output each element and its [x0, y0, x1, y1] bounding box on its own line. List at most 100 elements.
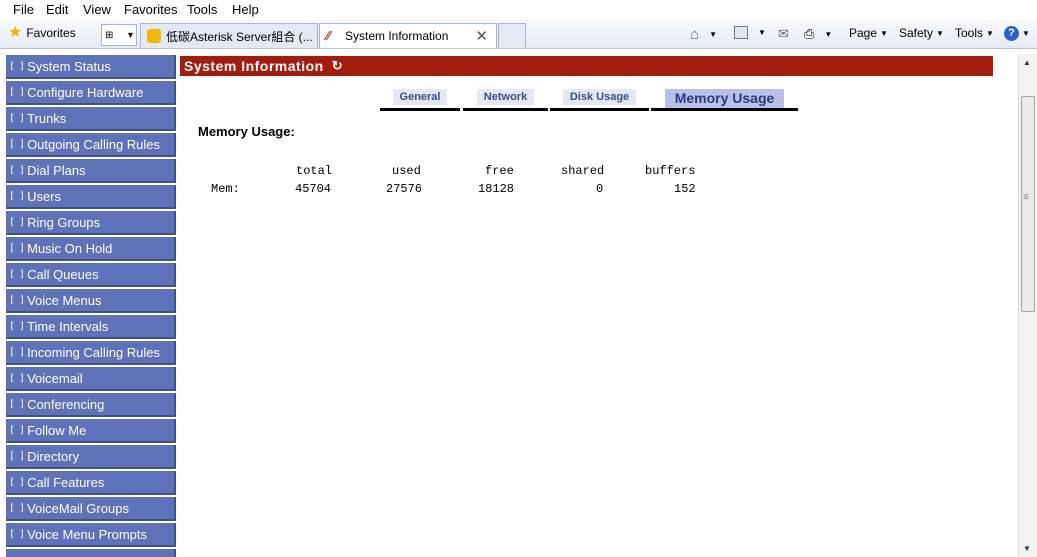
section-heading: Memory Usage: — [198, 124, 295, 139]
sidebar-item-label: VoiceMail Groups — [27, 500, 129, 516]
expand-icon: [ ] — [9, 190, 25, 202]
refresh-icon[interactable]: ↻ — [332, 58, 343, 74]
help-button[interactable]: ? ▼ — [1004, 26, 1030, 41]
sidebar-item-label: Configure Hardware — [27, 84, 144, 100]
help-icon: ? — [1004, 26, 1019, 41]
chevron-down-icon: ▼ — [986, 28, 994, 38]
safety-menu[interactable]: Safety ▼ — [899, 26, 944, 40]
new-tab-button[interactable] — [498, 23, 526, 48]
expand-icon: [ ] — [9, 164, 25, 176]
sidebar-item-label: System Status — [27, 58, 111, 74]
sidebar-item-voice-menu-prompts[interactable]: [ ] Voice Menu Prompts — [6, 523, 176, 547]
menu-file[interactable]: File — [13, 2, 34, 17]
sidebar-item-label: Voicemail — [27, 370, 83, 386]
browser-toolbar: ★ Favorites ⊞ ▾ 低碳Asterisk Server組合 (...… — [0, 20, 1037, 49]
expand-icon: [ ] — [9, 372, 25, 384]
chevron-down-icon: ▼ — [936, 28, 944, 38]
sidebar-item-incoming-calling-rules[interactable]: [ ] Incoming Calling Rules — [6, 341, 176, 365]
page-menu[interactable]: Page ▼ — [849, 26, 888, 40]
sidebar-item-system-status[interactable]: [ ] System Status — [6, 55, 176, 79]
grip-icon: ≡ — [1023, 192, 1029, 203]
sidebar-item-directory[interactable]: [ ] Directory — [6, 445, 176, 469]
vertical-scrollbar[interactable]: ▲ ≡ ▼ — [1018, 54, 1037, 557]
menu-favorites[interactable]: Favorites — [124, 2, 177, 17]
sidebar-item-label: Voice Menus — [27, 292, 102, 308]
expand-icon: [ ] — [9, 320, 25, 332]
sidebar-item-label: Directory — [27, 448, 80, 464]
sidebar-item-label: Call Queues — [27, 266, 99, 282]
sidebar-item-ring-groups[interactable]: [ ] Ring Groups — [6, 211, 176, 235]
menu-tools[interactable]: Tools — [187, 2, 217, 17]
scroll-up-arrow-icon[interactable]: ▲ — [1023, 58, 1031, 67]
sidebar-item-call-features[interactable]: [ ] Call Features — [6, 471, 176, 495]
expand-icon: [ ] — [9, 112, 25, 124]
sidebar-item-music-on-hold[interactable]: [ ] Music On Hold — [6, 237, 176, 261]
tools-menu-label: Tools — [955, 26, 984, 40]
tab-memory-usage[interactable]: Memory Usage — [651, 89, 798, 111]
sidebar-item-conferencing[interactable]: [ ] Conferencing — [6, 393, 176, 417]
sidebar-item-label: Time Intervals — [27, 318, 109, 334]
menu-help[interactable]: Help — [232, 2, 259, 17]
feeds-button[interactable]: ▼ — [734, 26, 766, 39]
sidebar-item-follow-me[interactable]: [ ] Follow Me — [6, 419, 176, 443]
page-title: System Information — [184, 58, 324, 74]
tab-general[interactable]: General — [380, 89, 460, 111]
favorites-label: Favorites — [26, 26, 76, 40]
expand-icon: [ ] — [9, 476, 25, 488]
expand-icon: [ ] — [9, 216, 25, 228]
tab-network[interactable]: Network — [463, 89, 548, 111]
sidebar-item-label: Call Features — [27, 474, 105, 490]
menu-bar: File Edit View Favorites Tools Help — [0, 0, 1037, 20]
sidebar-item-time-intervals[interactable]: [ ] Time Intervals — [6, 315, 176, 339]
expand-icon: [ ] — [9, 398, 25, 410]
expand-icon: [ ] — [9, 138, 25, 150]
browser-tab-label: System Information — [345, 29, 449, 43]
expand-icon: [ ] — [9, 294, 25, 306]
page-icon: ⁄⁄ — [326, 28, 331, 43]
quick-tabs-button[interactable]: ⊞ ▾ — [101, 24, 137, 46]
column-header-buffers: buffers — [645, 164, 696, 178]
value-free: 18128 — [478, 182, 515, 196]
menu-view[interactable]: View — [83, 2, 111, 17]
mail-button[interactable]: ✉ — [778, 26, 789, 42]
menu-edit[interactable]: Edit — [46, 2, 68, 17]
sidebar-item-voice-menus[interactable]: [ ] Voice Menus — [6, 289, 176, 313]
print-button[interactable]: ⎙ ▼ — [804, 26, 832, 42]
sidebar-item-dial-plans[interactable]: [ ] Dial Plans — [6, 159, 176, 183]
sidebar-item-outgoing-calling-rules[interactable]: [ ] Outgoing Calling Rules — [6, 133, 176, 157]
tab-disk-usage[interactable]: Disk Usage — [550, 89, 649, 111]
printer-icon: ⎙ — [804, 26, 815, 41]
sidebar-item-configure-hardware[interactable]: [ ] Configure Hardware — [6, 81, 176, 105]
tools-menu[interactable]: Tools ▼ — [955, 26, 994, 40]
sidebar-item-trunks[interactable]: [ ] Trunks — [6, 107, 176, 131]
safety-menu-label: Safety — [899, 26, 934, 40]
main-content: System Information ↻ General Network Dis… — [178, 54, 1018, 557]
close-icon[interactable]: ✕ — [475, 27, 488, 45]
sidebar-item-call-queues[interactable]: [ ] Call Queues — [6, 263, 176, 287]
expand-icon: [ ] — [9, 60, 25, 72]
sidebar-item-label: Outgoing Calling Rules — [27, 136, 161, 152]
memory-table: total used free shared buffers Mem: 4570… — [178, 164, 778, 204]
expand-icon: [ ] — [9, 528, 25, 540]
sidebar-item-users[interactable]: [ ] Users — [6, 185, 176, 209]
scroll-down-arrow-icon[interactable]: ▼ — [1023, 544, 1031, 553]
home-button[interactable]: ⌂ ▼ — [690, 26, 717, 43]
sidebar-item-label: Voice Menu Prompts — [27, 526, 148, 542]
expand-icon: [ ] — [9, 424, 25, 436]
sidebar-item-voicemail[interactable]: [ ] Voicemail — [6, 367, 176, 391]
sidebar-item-label: Conferencing — [27, 396, 105, 412]
favorites-button[interactable]: ★ Favorites — [8, 25, 76, 41]
browser-tab-asterisk[interactable]: 低碳Asterisk Server組合 (... — [140, 23, 318, 48]
shield-icon — [147, 29, 161, 43]
rss-icon — [734, 26, 748, 39]
tab-label: Network — [476, 89, 535, 105]
sidebar-item-label: Trunks — [27, 110, 67, 126]
value-total: 45704 — [295, 182, 332, 196]
sidebar-item-label: Dial Plans — [27, 162, 86, 178]
value-buffers: 152 — [674, 182, 696, 196]
sidebar-item-voicemail-groups[interactable]: [ ] VoiceMail Groups — [6, 497, 176, 521]
scrollbar-thumb[interactable] — [1021, 96, 1035, 312]
browser-tab-label: 低碳Asterisk Server組合 (... — [166, 29, 313, 44]
browser-tab-system-information[interactable]: ⁄⁄ System Information ✕ — [319, 23, 497, 48]
sidebar-item-next[interactable] — [6, 549, 176, 557]
